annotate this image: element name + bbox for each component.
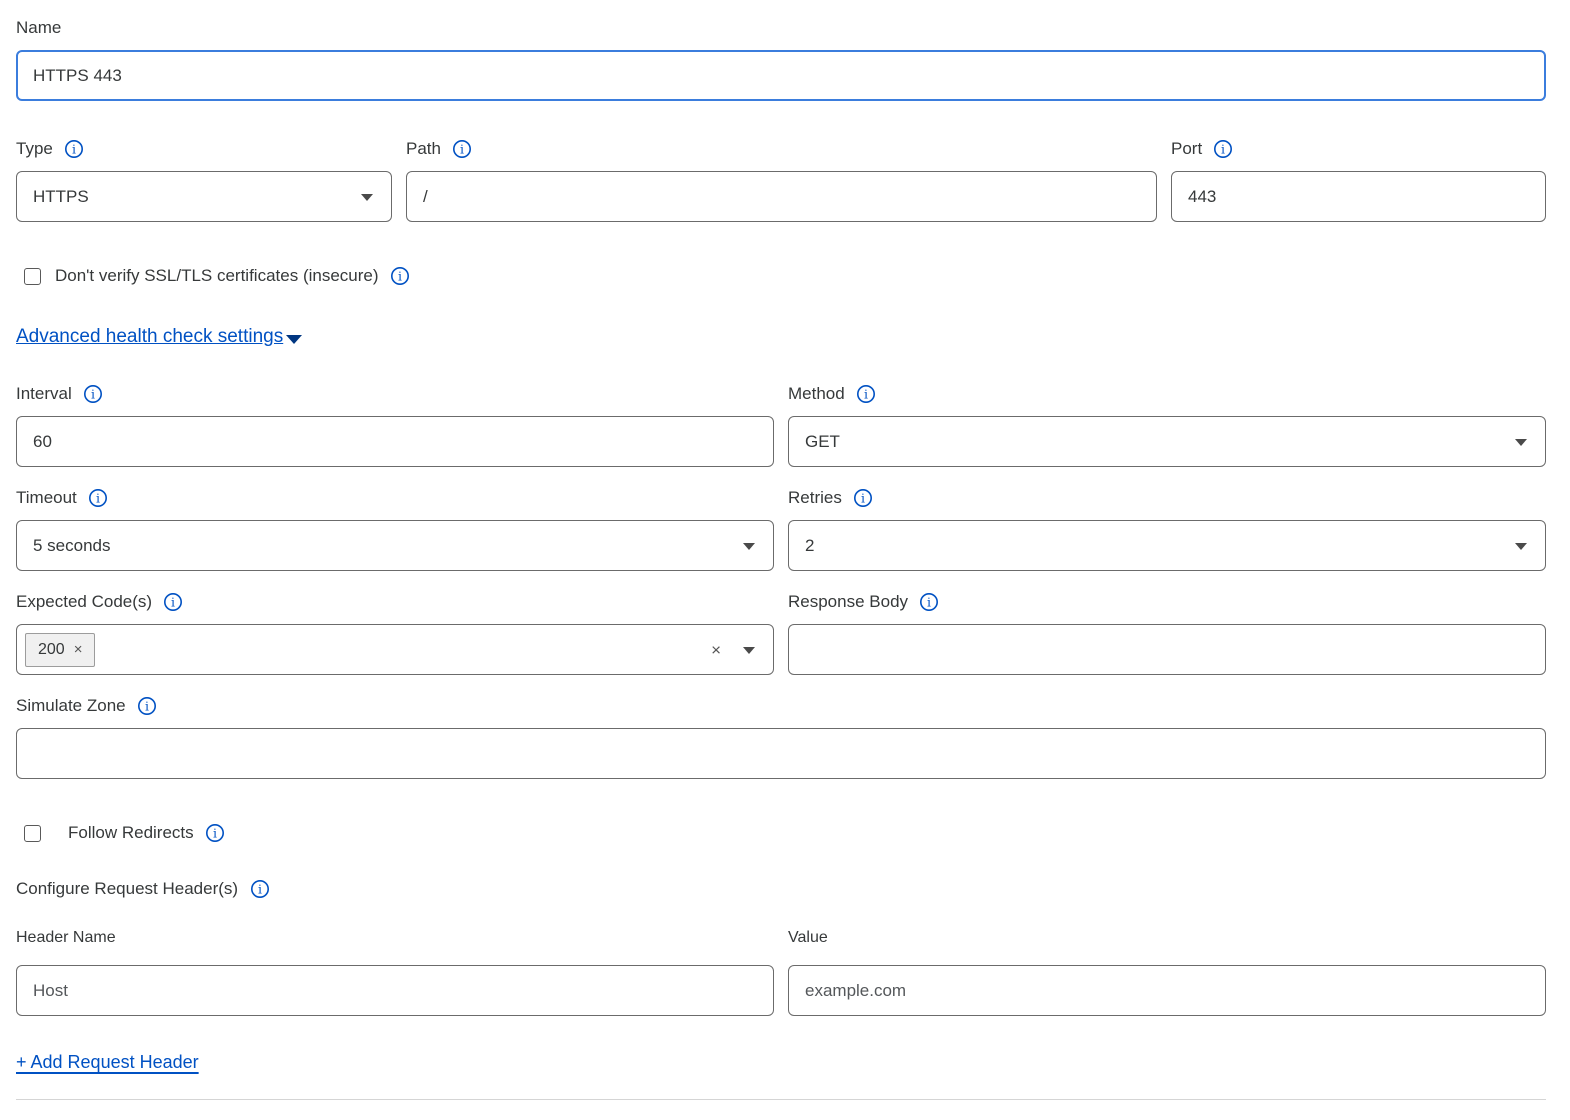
type-path-port-row: Type i HTTPS Path i Port i [16, 139, 1546, 222]
field-header-value: Value [788, 929, 1546, 1016]
interval-input[interactable] [16, 416, 774, 467]
field-type: Type i HTTPS [16, 139, 392, 222]
follow-redirects-checkbox[interactable] [24, 825, 41, 842]
svg-text:i: i [460, 142, 464, 157]
info-icon[interactable]: i [163, 592, 183, 612]
response-body-label: Response Body [788, 592, 908, 612]
field-header-name: Header Name [16, 929, 774, 1016]
expected-code-tag: 200 × [25, 633, 95, 667]
info-icon[interactable]: i [250, 879, 270, 899]
info-icon[interactable]: i [452, 139, 472, 159]
path-input[interactable] [406, 171, 1157, 222]
response-body-input[interactable] [788, 624, 1546, 675]
method-label: Method [788, 384, 845, 404]
chevron-down-icon [361, 194, 373, 201]
insecure-checkbox-label: Don't verify SSL/TLS certificates (insec… [55, 266, 379, 286]
field-port: Port i [1171, 139, 1546, 222]
insecure-checkbox-row: Don't verify SSL/TLS certificates (insec… [16, 266, 1546, 286]
header-name-column-label: Header Name [16, 929, 774, 947]
svg-text:i: i [398, 269, 402, 284]
chevron-down-icon [1515, 439, 1527, 446]
follow-redirects-label: Follow Redirects [68, 823, 194, 843]
expected-codes-multiselect[interactable]: 200 × × [16, 624, 774, 675]
info-icon[interactable]: i [853, 488, 873, 508]
header-value-input[interactable] [788, 965, 1546, 1016]
request-headers-title: Configure Request Header(s) [16, 879, 238, 899]
chevron-down-icon [743, 543, 755, 550]
expected-codes-label: Expected Code(s) [16, 592, 152, 612]
name-label: Name [16, 18, 61, 38]
field-simulate-zone: Simulate Zone i [16, 696, 1546, 779]
method-select-value: GET [805, 432, 840, 452]
request-headers-section-title: Configure Request Header(s) i [16, 879, 1546, 899]
remove-tag-icon[interactable]: × [74, 642, 83, 657]
info-icon[interactable]: i [1213, 139, 1233, 159]
retries-label: Retries [788, 488, 842, 508]
field-expected-codes: Expected Code(s) i 200 × × [16, 592, 774, 675]
interval-method-row: Interval i Method i GET [16, 384, 1546, 467]
method-select[interactable]: GET [788, 416, 1546, 467]
header-name-input[interactable] [16, 965, 774, 1016]
retries-select[interactable]: 2 [788, 520, 1546, 571]
chevron-down-icon[interactable] [743, 647, 755, 654]
retries-select-value: 2 [805, 536, 814, 556]
request-header-row: Header Name Value [16, 929, 1546, 1016]
timeout-select-value: 5 seconds [33, 536, 111, 556]
svg-text:i: i [258, 882, 262, 897]
type-select-value: HTTPS [33, 187, 89, 207]
svg-text:i: i [72, 142, 76, 157]
svg-text:i: i [1221, 142, 1225, 157]
info-icon[interactable]: i [83, 384, 103, 404]
svg-text:i: i [927, 595, 931, 610]
field-retries: Retries i 2 [788, 488, 1546, 571]
simulate-zone-label: Simulate Zone [16, 696, 126, 716]
info-icon[interactable]: i [390, 266, 410, 286]
header-value-column-label: Value [788, 929, 1546, 947]
simulate-zone-input[interactable] [16, 728, 1546, 779]
chevron-down-icon [286, 335, 302, 344]
type-select[interactable]: HTTPS [16, 171, 392, 222]
svg-text:i: i [145, 699, 149, 714]
field-timeout: Timeout i 5 seconds [16, 488, 774, 571]
svg-text:i: i [91, 387, 95, 402]
field-response-body: Response Body i [788, 592, 1546, 675]
field-method: Method i GET [788, 384, 1546, 467]
advanced-settings-link-label: Advanced health check settings [16, 326, 283, 348]
codes-body-row: Expected Code(s) i 200 × × Response Body… [16, 592, 1546, 675]
svg-text:i: i [213, 826, 217, 841]
follow-redirects-row: Follow Redirects i [16, 823, 1546, 843]
insecure-checkbox[interactable] [24, 268, 41, 285]
timeout-select[interactable]: 5 seconds [16, 520, 774, 571]
field-interval: Interval i [16, 384, 774, 467]
expected-code-tag-label: 200 [38, 641, 65, 659]
svg-text:i: i [864, 387, 868, 402]
info-icon[interactable]: i [64, 139, 84, 159]
clear-all-icon[interactable]: × [711, 641, 721, 658]
svg-text:i: i [171, 595, 175, 610]
info-icon[interactable]: i [88, 488, 108, 508]
svg-text:i: i [96, 491, 100, 506]
port-input[interactable] [1171, 171, 1546, 222]
info-icon[interactable]: i [137, 696, 157, 716]
chevron-down-icon [1515, 543, 1527, 550]
path-label: Path [406, 139, 441, 159]
section-divider [16, 1099, 1546, 1100]
interval-label: Interval [16, 384, 72, 404]
info-icon[interactable]: i [205, 823, 225, 843]
timeout-label: Timeout [16, 488, 77, 508]
field-path: Path i [406, 139, 1157, 222]
type-label: Type [16, 139, 53, 159]
name-input[interactable] [16, 50, 1546, 101]
field-name: Name [16, 18, 1546, 101]
svg-text:i: i [861, 491, 865, 506]
advanced-settings-link[interactable]: Advanced health check settings [16, 326, 302, 348]
timeout-retries-row: Timeout i 5 seconds Retries i 2 [16, 488, 1546, 571]
info-icon[interactable]: i [856, 384, 876, 404]
add-request-header-link[interactable]: + Add Request Header [16, 1052, 199, 1073]
info-icon[interactable]: i [919, 592, 939, 612]
port-label: Port [1171, 139, 1202, 159]
